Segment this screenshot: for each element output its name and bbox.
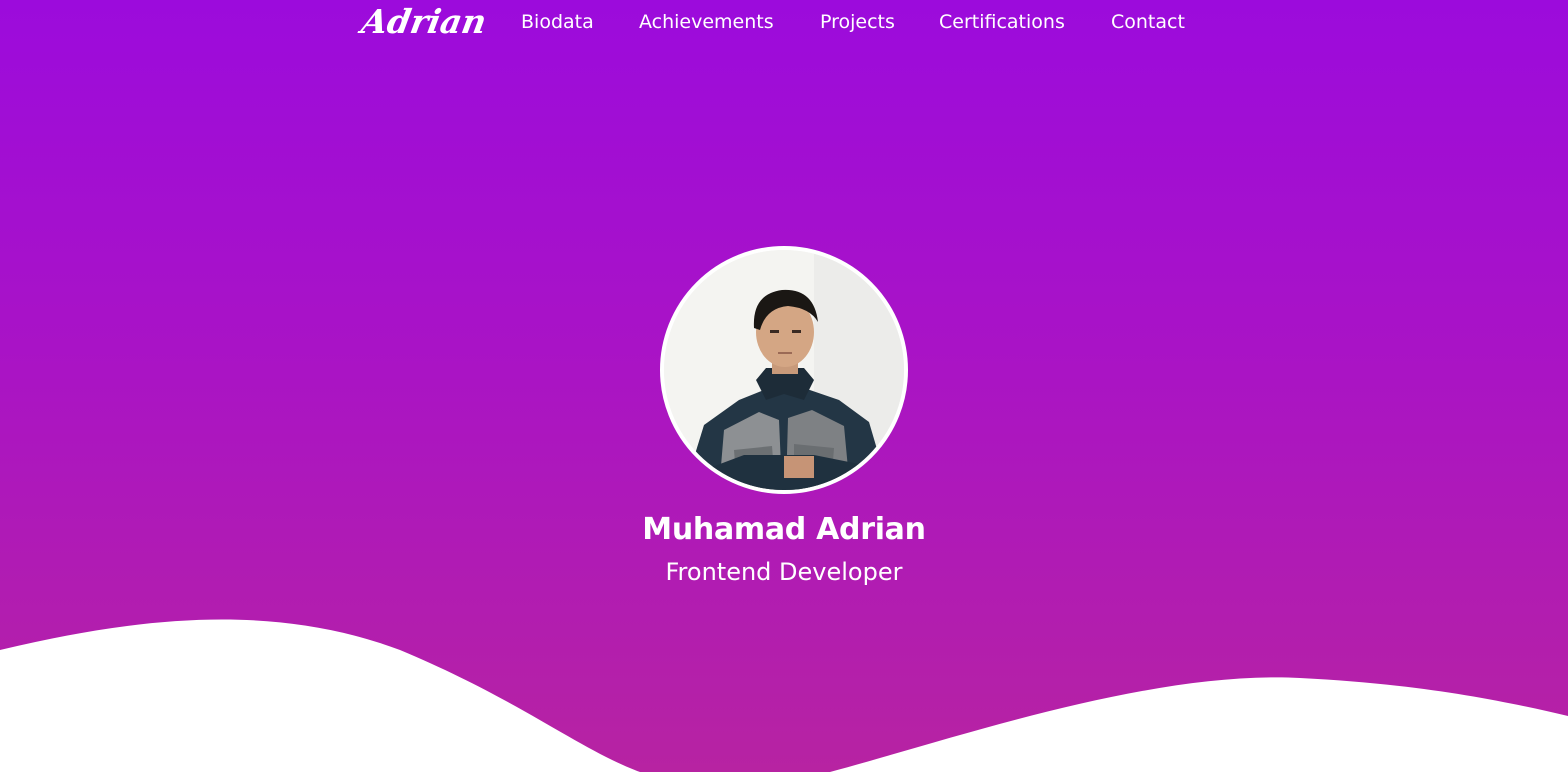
nav-link-projects[interactable]: Projects bbox=[820, 0, 895, 44]
nav-links: Biodata Achievements Projects Certificat… bbox=[0, 0, 1568, 44]
nav-link-biodata[interactable]: Biodata bbox=[521, 0, 594, 44]
hero-section: Adrian Biodata Achievements Projects Cer… bbox=[0, 0, 1568, 772]
nav-link-certifications[interactable]: Certifications bbox=[939, 0, 1065, 44]
profile-avatar bbox=[660, 246, 908, 494]
profile-role: Frontend Developer bbox=[665, 558, 903, 586]
wave-divider bbox=[0, 619, 1568, 772]
nav-link-contact[interactable]: Contact bbox=[1111, 0, 1185, 44]
navbar: Adrian Biodata Achievements Projects Cer… bbox=[0, 0, 1568, 44]
profile-photo bbox=[664, 250, 904, 490]
profile-name: Muhamad Adrian bbox=[642, 512, 926, 547]
nav-link-achievements[interactable]: Achievements bbox=[639, 0, 774, 44]
